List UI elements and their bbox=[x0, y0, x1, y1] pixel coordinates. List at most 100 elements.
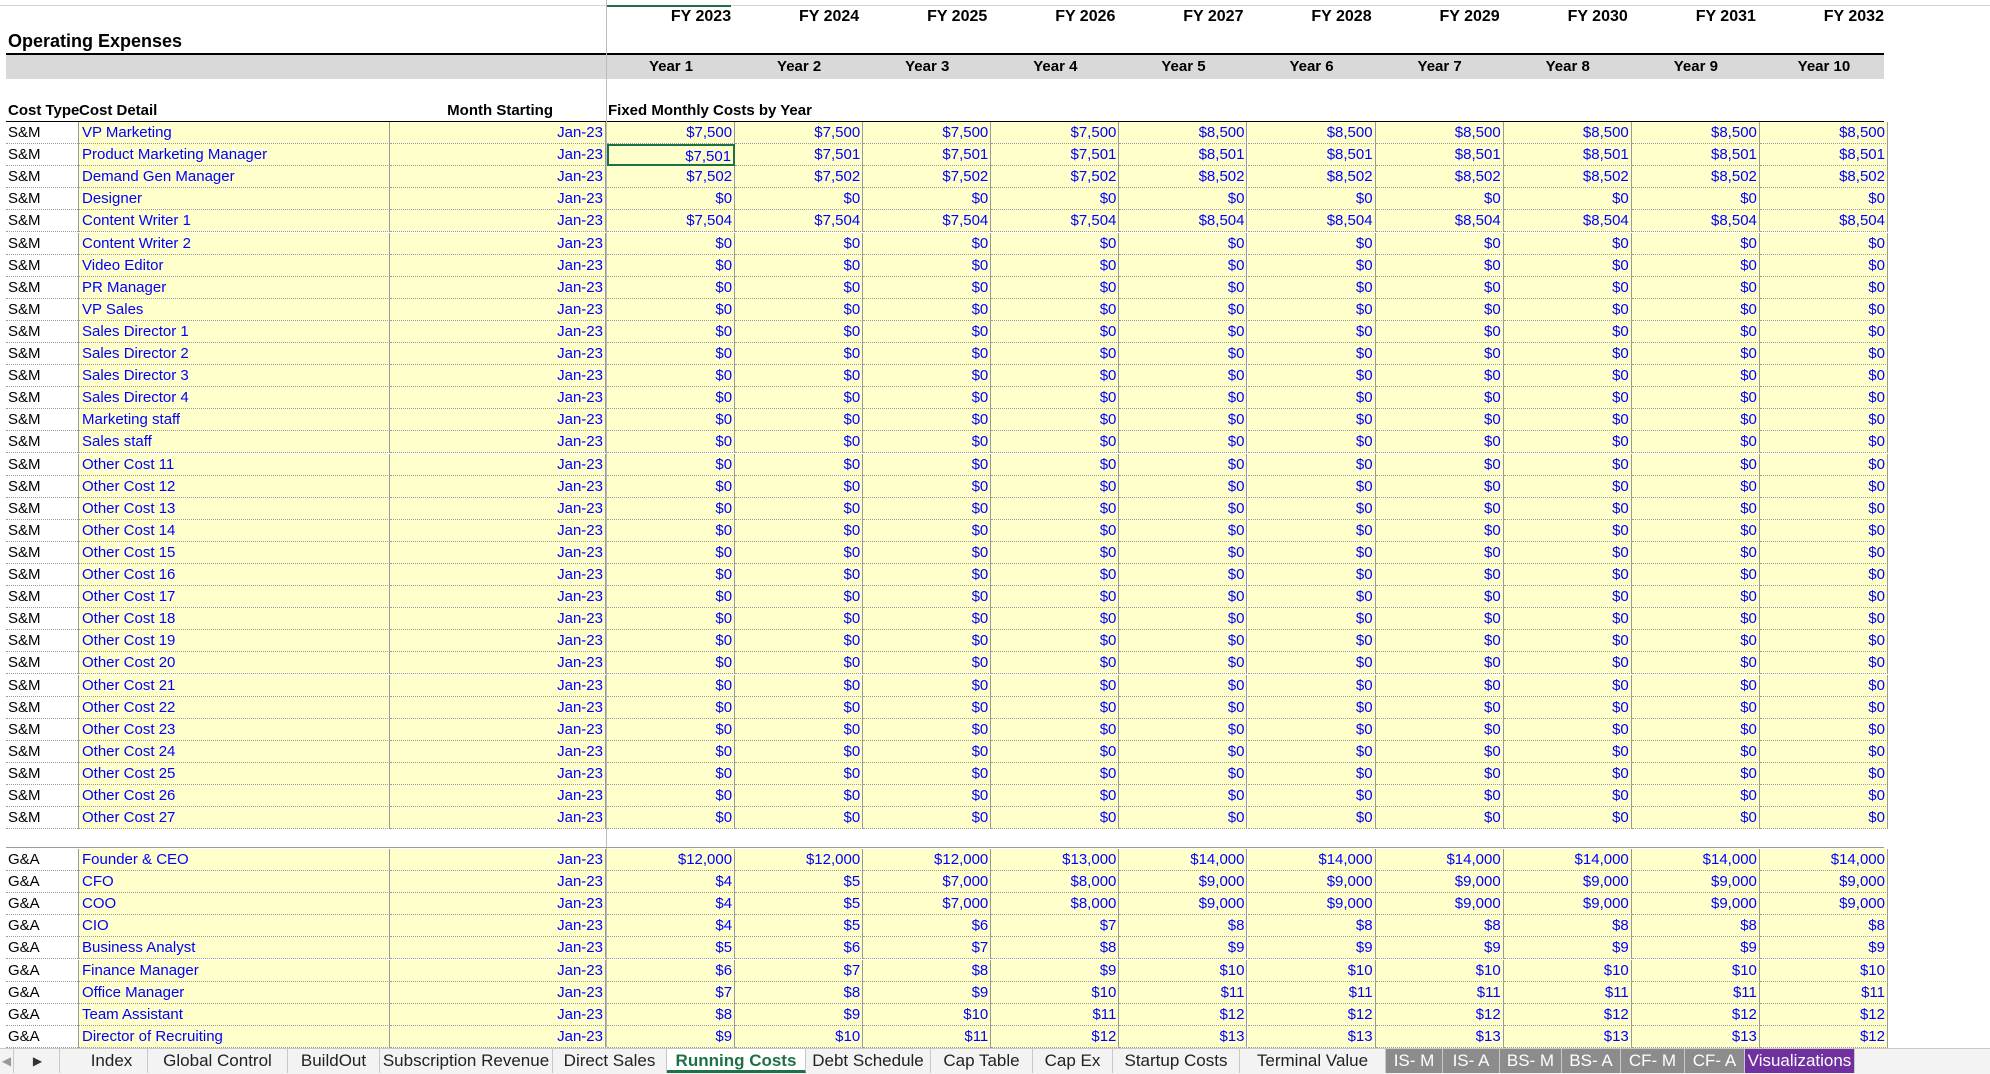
cost-value-cell[interactable]: $0 bbox=[1631, 696, 1760, 719]
cost-value-cell[interactable]: $9 bbox=[1503, 937, 1632, 960]
cost-value-cell[interactable]: $0 bbox=[607, 254, 736, 277]
cost-detail-cell[interactable]: Other Cost 12 bbox=[78, 475, 390, 498]
cost-detail-cell[interactable]: Other Cost 23 bbox=[78, 718, 390, 741]
cost-value-cell[interactable]: $0 bbox=[1631, 409, 1760, 432]
cost-value-cell[interactable]: $0 bbox=[1247, 232, 1376, 255]
cost-type-cell[interactable]: G&A bbox=[6, 1026, 78, 1048]
cost-detail-cell[interactable]: Demand Gen Manager bbox=[78, 166, 390, 189]
cost-value-cell[interactable]: $0 bbox=[863, 586, 992, 609]
cost-type-cell[interactable]: S&M bbox=[6, 542, 78, 564]
cost-value-cell[interactable]: $0 bbox=[1631, 762, 1760, 785]
cost-value-cell[interactable]: $0 bbox=[1119, 497, 1248, 520]
cost-value-cell[interactable]: $0 bbox=[991, 188, 1120, 211]
cost-detail-cell[interactable]: Other Cost 18 bbox=[78, 608, 390, 631]
cost-value-cell[interactable]: $0 bbox=[1759, 807, 1888, 830]
cost-value-cell[interactable]: $0 bbox=[1759, 608, 1888, 631]
cost-value-cell[interactable]: $0 bbox=[1631, 497, 1760, 520]
month-starting-cell[interactable]: Jan-23 bbox=[390, 409, 606, 432]
cost-value-cell[interactable]: $0 bbox=[1759, 497, 1888, 520]
cost-value-cell[interactable]: $0 bbox=[991, 630, 1120, 653]
cost-value-cell[interactable]: $14,000 bbox=[1631, 849, 1760, 872]
cost-value-cell[interactable]: $12,000 bbox=[607, 849, 736, 872]
month-starting-cell[interactable]: Jan-23 bbox=[390, 144, 606, 167]
cost-value-cell[interactable]: $0 bbox=[991, 232, 1120, 255]
month-starting-cell[interactable]: Jan-23 bbox=[390, 210, 606, 233]
cost-detail-cell[interactable]: Designer bbox=[78, 188, 390, 211]
cost-value-cell[interactable]: $0 bbox=[735, 740, 864, 763]
cost-value-cell[interactable]: $0 bbox=[607, 696, 736, 719]
cost-value-cell[interactable]: $0 bbox=[1503, 343, 1632, 366]
cost-value-cell[interactable]: $0 bbox=[607, 630, 736, 653]
cost-value-cell[interactable]: $0 bbox=[1375, 298, 1504, 321]
cost-value-cell[interactable]: $0 bbox=[1503, 276, 1632, 299]
scroll-left-icon[interactable]: ◀ bbox=[0, 1049, 14, 1073]
cost-value-cell[interactable]: $14,000 bbox=[1759, 849, 1888, 872]
cost-value-cell[interactable]: $0 bbox=[991, 807, 1120, 830]
cost-value-cell[interactable]: $0 bbox=[1119, 785, 1248, 808]
cost-value-cell[interactable]: $0 bbox=[1247, 254, 1376, 277]
cost-value-cell[interactable]: $0 bbox=[863, 431, 992, 454]
cost-value-cell[interactable]: $0 bbox=[863, 541, 992, 564]
cost-value-cell[interactable]: $8 bbox=[863, 959, 992, 982]
cost-value-cell[interactable]: $0 bbox=[1247, 475, 1376, 498]
cost-value-cell[interactable]: $0 bbox=[607, 652, 736, 675]
sheet-tab[interactable]: Cap Ex bbox=[1033, 1049, 1113, 1073]
cost-value-cell[interactable]: $0 bbox=[991, 674, 1120, 697]
cost-type-cell[interactable]: S&M bbox=[6, 122, 78, 145]
cost-value-cell[interactable]: $0 bbox=[1759, 188, 1888, 211]
cost-type-cell[interactable]: S&M bbox=[6, 210, 78, 233]
cost-value-cell[interactable]: $0 bbox=[1631, 453, 1760, 476]
cost-value-cell[interactable]: $0 bbox=[1247, 387, 1376, 410]
cost-detail-cell[interactable]: Other Cost 17 bbox=[78, 586, 390, 609]
cost-value-cell[interactable]: $0 bbox=[863, 387, 992, 410]
cost-value-cell[interactable]: $0 bbox=[1503, 519, 1632, 542]
sheet-tab[interactable]: Direct Sales bbox=[553, 1049, 667, 1073]
cost-value-cell[interactable]: $0 bbox=[1759, 475, 1888, 498]
cost-value-cell[interactable]: $0 bbox=[1503, 409, 1632, 432]
cost-value-cell[interactable]: $10 bbox=[1119, 959, 1248, 982]
cost-value-cell[interactable]: $0 bbox=[735, 630, 864, 653]
cost-type-cell[interactable]: S&M bbox=[6, 807, 78, 830]
cost-value-cell[interactable]: $0 bbox=[1119, 674, 1248, 697]
cost-value-cell[interactable]: $0 bbox=[1375, 254, 1504, 277]
month-starting-cell[interactable]: Jan-23 bbox=[390, 365, 606, 388]
sheet-tab[interactable]: Visualizations bbox=[1745, 1049, 1855, 1073]
cost-value-cell[interactable]: $0 bbox=[863, 320, 992, 343]
cost-value-cell[interactable]: $0 bbox=[1119, 431, 1248, 454]
month-starting-cell[interactable]: Jan-23 bbox=[390, 541, 606, 564]
cost-value-cell[interactable]: $7,504 bbox=[735, 210, 864, 233]
cost-value-cell[interactable]: $8,504 bbox=[1119, 210, 1248, 233]
cost-value-cell[interactable]: $0 bbox=[1759, 254, 1888, 277]
cost-value-cell[interactable]: $0 bbox=[735, 475, 864, 498]
cost-value-cell[interactable]: $0 bbox=[1119, 652, 1248, 675]
sheet-tab[interactable]: Global Control bbox=[148, 1049, 288, 1073]
cost-value-cell[interactable]: $10 bbox=[1503, 959, 1632, 982]
cost-value-cell[interactable]: $12 bbox=[1119, 1003, 1248, 1026]
cost-value-cell[interactable]: $0 bbox=[863, 630, 992, 653]
cost-detail-cell[interactable]: Other Cost 19 bbox=[78, 630, 390, 653]
cost-value-cell[interactable]: $9,000 bbox=[1247, 893, 1376, 916]
cost-value-cell[interactable]: $0 bbox=[991, 497, 1120, 520]
cost-value-cell[interactable]: $0 bbox=[1375, 674, 1504, 697]
cost-value-cell[interactable]: $0 bbox=[863, 254, 992, 277]
month-starting-cell[interactable]: Jan-23 bbox=[390, 893, 606, 916]
cost-detail-cell[interactable]: Other Cost 25 bbox=[78, 762, 390, 785]
cost-value-cell[interactable]: $0 bbox=[1247, 608, 1376, 631]
cost-value-cell[interactable]: $0 bbox=[1247, 630, 1376, 653]
cost-value-cell[interactable]: $0 bbox=[1375, 387, 1504, 410]
cost-value-cell[interactable]: $0 bbox=[1247, 652, 1376, 675]
scroll-right-icon[interactable]: ▶ bbox=[16, 1049, 60, 1073]
cost-value-cell[interactable]: $0 bbox=[1119, 807, 1248, 830]
cost-value-cell[interactable]: $0 bbox=[1759, 762, 1888, 785]
cost-value-cell[interactable]: $0 bbox=[1119, 453, 1248, 476]
cost-value-cell[interactable]: $0 bbox=[1247, 188, 1376, 211]
cost-value-cell[interactable]: $0 bbox=[863, 807, 992, 830]
cost-type-cell[interactable]: G&A bbox=[6, 960, 78, 982]
cost-value-cell[interactable]: $11 bbox=[1119, 981, 1248, 1004]
month-starting-cell[interactable]: Jan-23 bbox=[390, 740, 606, 763]
cost-value-cell[interactable]: $12 bbox=[1759, 1003, 1888, 1026]
cost-value-cell[interactable]: $10 bbox=[735, 1025, 864, 1048]
cost-value-cell[interactable]: $0 bbox=[1375, 807, 1504, 830]
cost-value-cell[interactable]: $0 bbox=[735, 343, 864, 366]
month-starting-cell[interactable]: Jan-23 bbox=[390, 475, 606, 498]
